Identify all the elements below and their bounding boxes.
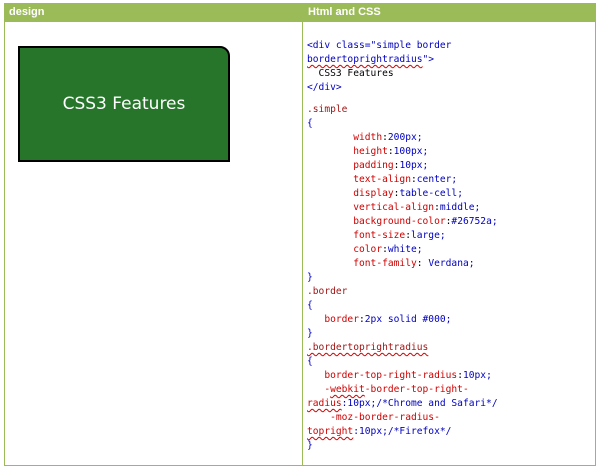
css3-demo-box: CSS3 Features: [18, 46, 230, 162]
selector-border: .border: [307, 286, 348, 297]
brace-open: {: [307, 356, 313, 367]
header-design: design: [5, 4, 302, 21]
header-divider: [5, 21, 595, 22]
css-property-line: text-align:center;: [353, 174, 458, 185]
code-line: border:2px solid #000;: [324, 314, 452, 325]
column-divider: [302, 4, 303, 465]
code-line: radius:10px;/*Chrome and Safari*/: [307, 398, 498, 409]
brace-open: {: [307, 118, 313, 129]
code-line: </div>: [307, 82, 342, 93]
comparison-table: design Html and CSS CSS3 Features <div c…: [4, 3, 596, 466]
css-property-line: vertical-align:middle;: [353, 202, 481, 213]
css-property-line: width:200px;: [353, 132, 423, 143]
brace-close: }: [307, 328, 313, 339]
css-property-line: background-color:#26752a;: [353, 216, 498, 227]
brace-close: }: [307, 272, 313, 283]
css-property-line: font-family: Verdana;: [353, 258, 475, 269]
code-line: border-top-right-radius:10px;: [324, 370, 492, 381]
css-property-line: color:white;: [353, 244, 423, 255]
code-line: CSS3 Features: [307, 68, 394, 79]
code-line: -webkit-border-top-right-: [324, 384, 469, 395]
header-html-css: Html and CSS: [303, 4, 595, 21]
code-listing: <div class="simple border bordertopright…: [307, 39, 589, 453]
code-line: <div class="simple border: [307, 40, 452, 51]
selector-simple: .simple: [307, 104, 348, 115]
css-property-line: display:table-cell;: [353, 188, 463, 199]
brace-open: {: [307, 300, 313, 311]
selector-radius: .bordertoprightradius: [307, 342, 429, 353]
code-line: -moz-border-radius-: [330, 412, 440, 423]
css-property-line: font-size:large;: [353, 230, 446, 241]
css-property-line: height:100px;: [353, 146, 429, 157]
code-line: bordertoprightradius">: [307, 54, 435, 65]
css-property-line: padding:10px;: [353, 160, 429, 171]
brace-close: }: [307, 440, 313, 451]
code-line: topright:10px;/*Firefox*/: [307, 426, 452, 437]
